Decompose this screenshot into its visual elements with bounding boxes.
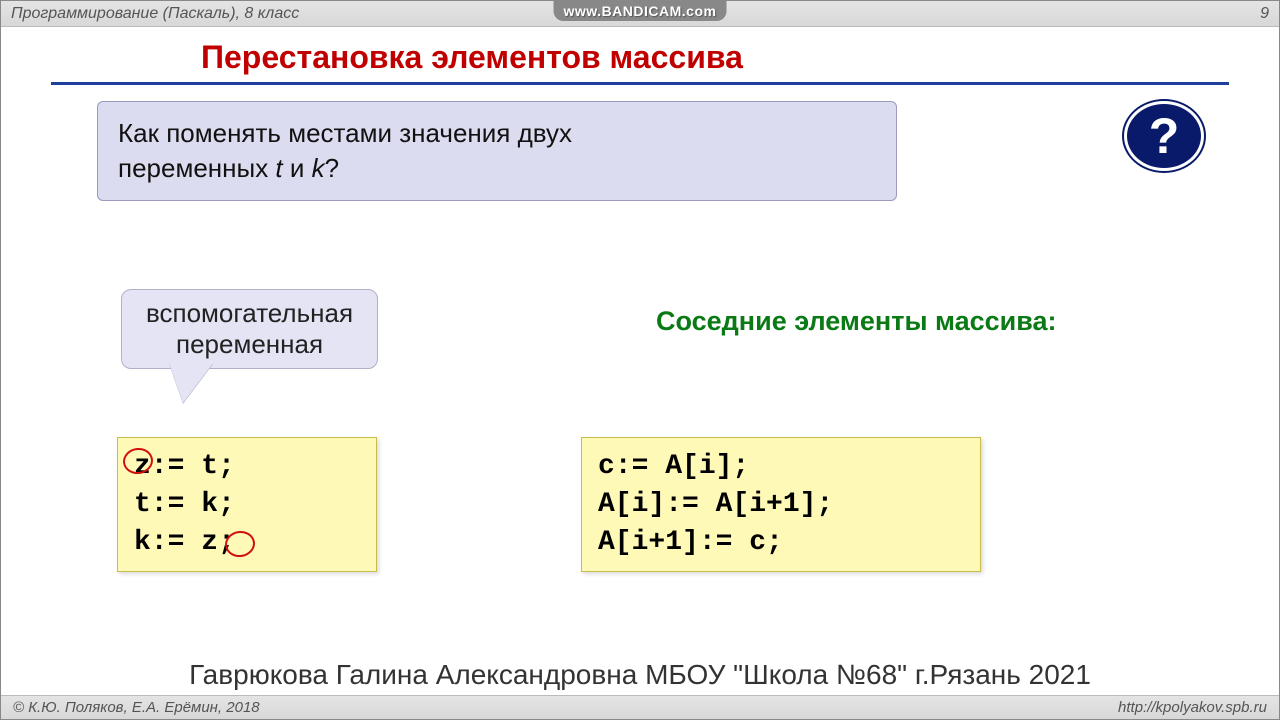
callout-tail-icon bbox=[169, 363, 213, 403]
callout-line1: вспомогательная bbox=[146, 298, 353, 328]
code-swap-array: c:= A[i]; A[i]:= A[i+1]; A[i+1]:= c; bbox=[581, 437, 981, 572]
question-suffix: ? bbox=[325, 153, 339, 183]
title-underline bbox=[51, 82, 1229, 85]
green-heading: Соседние элементы массива: bbox=[656, 306, 1057, 337]
question-line1: Как поменять местами значения двух bbox=[118, 118, 572, 148]
question-box: Как поменять местами значения двух перем… bbox=[97, 101, 897, 201]
question-mark-icon: ? bbox=[1124, 101, 1204, 171]
callout-line2: переменная bbox=[176, 329, 323, 359]
watermark: www.BANDICAM.com bbox=[554, 1, 727, 21]
footer-left: © К.Ю. Поляков, Е.А. Ерёмин, 2018 bbox=[13, 699, 260, 716]
footer-bar: © К.Ю. Поляков, Е.А. Ерёмин, 2018 http:/… bbox=[1, 695, 1279, 719]
slide: Программирование (Паскаль), 8 класс 9 ww… bbox=[0, 0, 1280, 720]
header-left: Программирование (Паскаль), 8 класс bbox=[11, 5, 299, 23]
page-number: 9 bbox=[1260, 5, 1269, 23]
question-mid: и bbox=[283, 153, 312, 183]
question-var2: k bbox=[312, 153, 325, 183]
question-var1: t bbox=[275, 153, 282, 183]
callout-helper-var: вспомогательная переменная bbox=[121, 289, 378, 369]
slide-title: Перестановка элементов массива bbox=[201, 39, 1279, 76]
teacher-credit: Гаврюкова Галина Александровна МБОУ "Шко… bbox=[61, 659, 1219, 691]
footer-right: http://kpolyakov.spb.ru bbox=[1118, 699, 1267, 716]
question-line2-prefix: переменных bbox=[118, 153, 275, 183]
